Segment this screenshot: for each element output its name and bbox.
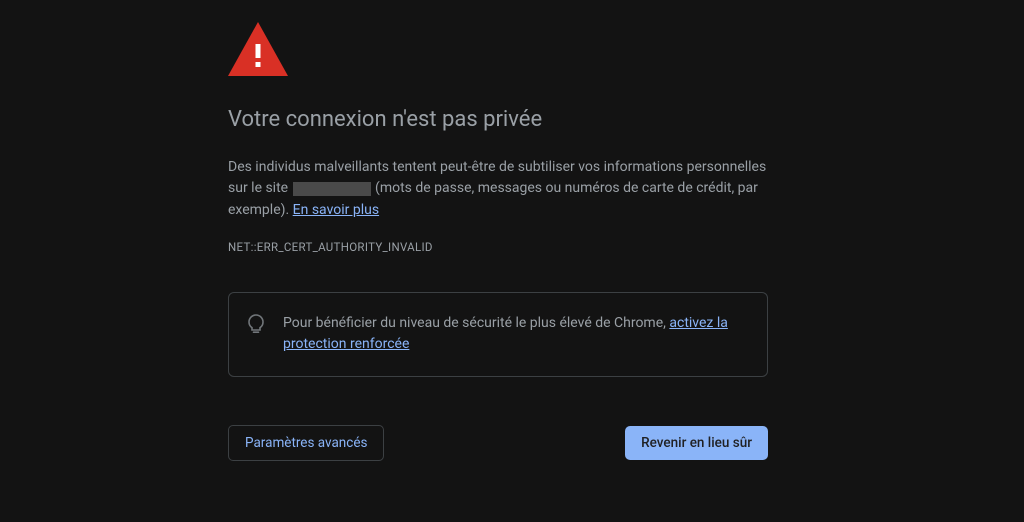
info-text-prefix: Pour bénéficier du niveau de sécurité le…	[283, 315, 669, 331]
warning-icon	[228, 22, 768, 76]
page-title: Votre connexion n'est pas privée	[228, 106, 768, 135]
back-to-safety-button[interactable]: Revenir en lieu sûr	[625, 426, 768, 460]
error-code: NET::ERR_CERT_AUTHORITY_INVALID	[228, 240, 768, 254]
learn-more-link[interactable]: En savoir plus	[293, 202, 379, 218]
enhanced-protection-text: Pour bénéficier du niveau de sécurité le…	[283, 313, 747, 356]
enhanced-protection-box: Pour bénéficier du niveau de sécurité le…	[228, 292, 768, 377]
redacted-hostname	[293, 182, 371, 196]
button-row: Paramètres avancés Revenir en lieu sûr	[228, 425, 768, 461]
interstitial-container: Votre connexion n'est pas privée Des ind…	[228, 0, 768, 461]
advanced-button[interactable]: Paramètres avancés	[228, 425, 384, 461]
warning-description: Des individus malveillants tentent peut-…	[228, 157, 768, 222]
lightbulb-icon	[247, 314, 265, 338]
